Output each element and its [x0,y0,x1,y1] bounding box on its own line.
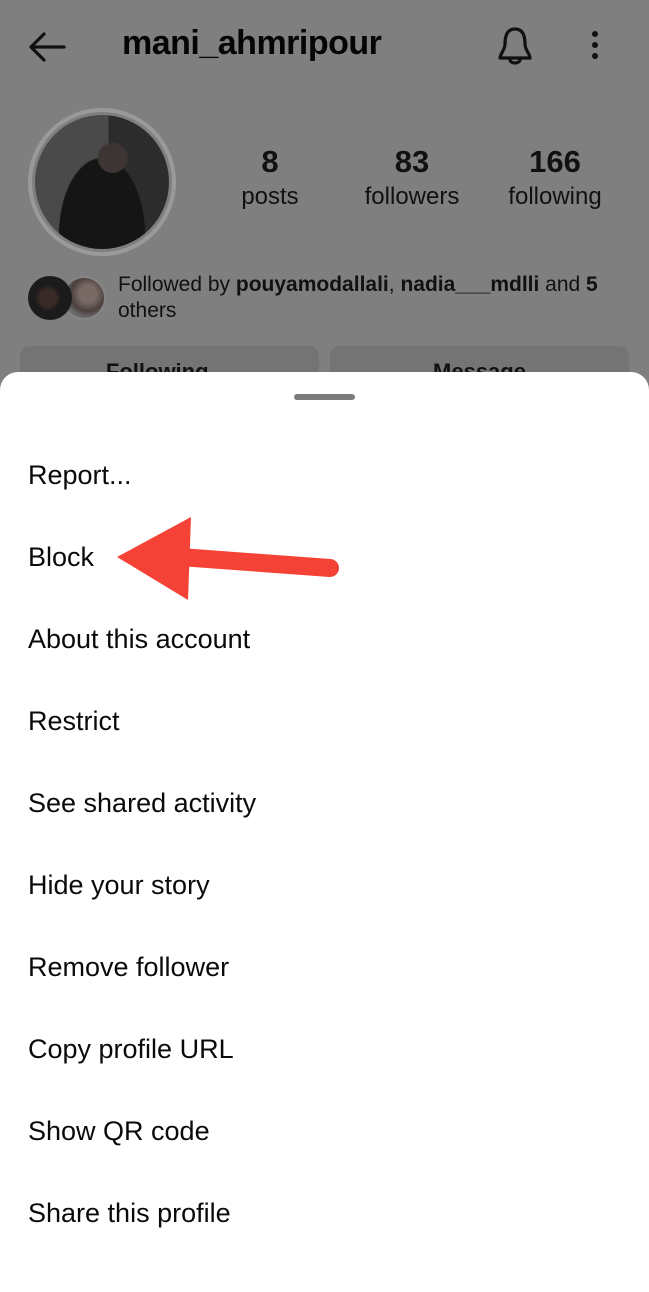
following-label: following [508,183,602,210]
stat-posts[interactable]: 8 posts [200,142,340,212]
posts-label: posts [241,183,299,210]
followers-label: followers [364,183,460,210]
followed-by-suffix: others [118,299,177,322]
arrow-head [117,517,191,600]
menu-item-hide-story[interactable]: Hide your story [0,844,649,926]
stat-following[interactable]: 166 following [485,142,625,212]
vertical-dots-icon[interactable] [582,28,608,64]
menu-item-share-profile[interactable]: Share this profile [0,1172,649,1254]
top-bar: mani_ahmripour [0,0,649,92]
menu-item-remove-follower[interactable]: Remove follower [0,926,649,1008]
profile-username: mani_ahmripour [122,24,382,62]
posts-count: 8 [261,144,279,179]
followed-by-separator: , [388,273,401,296]
menu-item-restrict[interactable]: Restrict [0,680,649,762]
red-arrow-annotation-icon [117,517,339,600]
arrow-left-icon[interactable] [26,28,68,66]
bell-icon[interactable] [494,24,536,68]
sheet-drag-handle[interactable] [294,394,355,400]
mutual-user-1: pouyamodallali [235,273,389,296]
mutual-avatar-1 [28,276,72,320]
followed-by-text: Followed by pouyamodallali, nadia___mdll… [118,272,628,324]
arrow-shaft [171,548,339,577]
menu-item-shared-activity[interactable]: See shared activity [0,762,649,844]
menu-item-copy-url[interactable]: Copy profile URL [0,1008,649,1090]
profile-avatar[interactable] [35,115,169,249]
menu-item-report[interactable]: Report... [0,434,649,516]
followed-by-prefix: Followed by [118,273,236,296]
mutual-user-2: nadia___mdlli [400,273,540,296]
menu-item-qr-code[interactable]: Show QR code [0,1090,649,1172]
followed-by-and: and [539,273,587,296]
following-count: 166 [529,144,581,179]
stat-followers[interactable]: 83 followers [342,142,482,212]
followers-count: 83 [394,144,430,179]
mutual-count: 5 [586,273,598,296]
